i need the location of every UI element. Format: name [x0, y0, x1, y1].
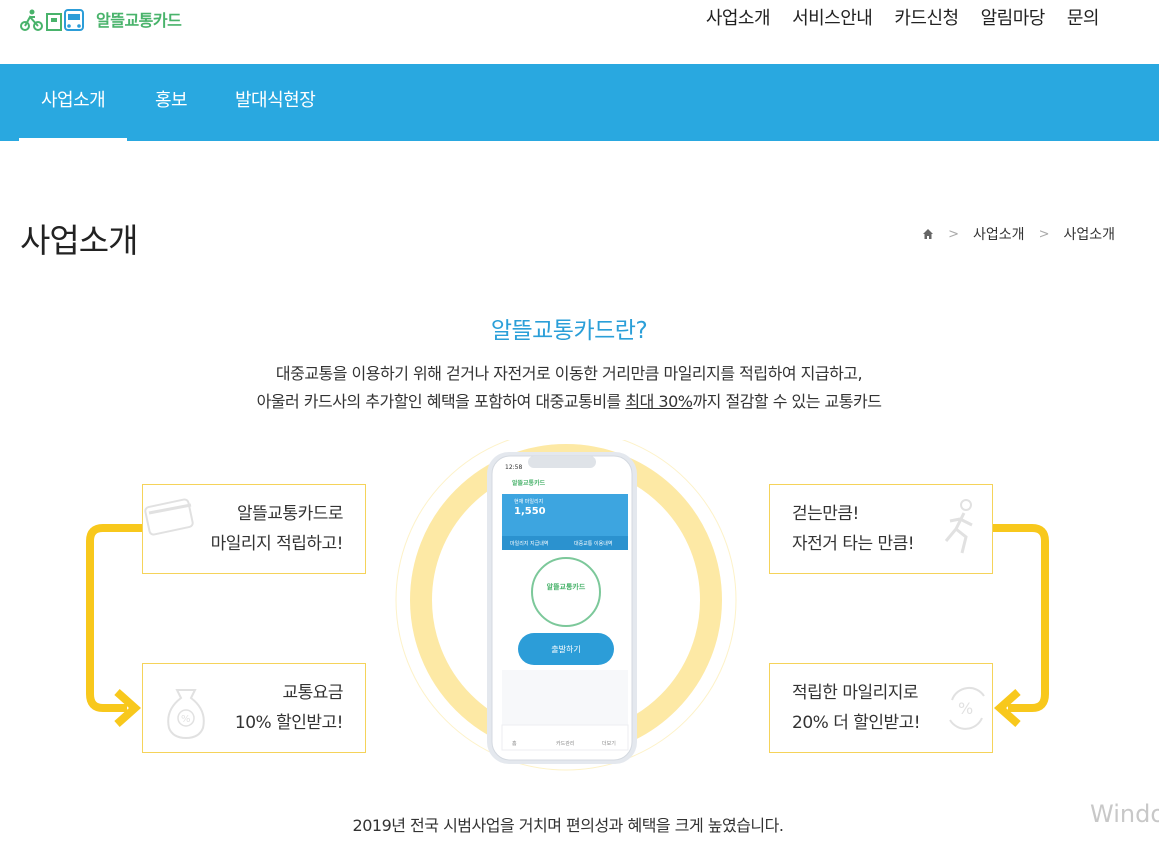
bottom-statement: 2019년 전국 시범사업을 거치며 편의성과 혜택을 크게 높였습니다. — [352, 816, 784, 835]
intro-description: 대중교통을 이용하기 위해 걷거나 자전거로 이동한 거리만큼 마일리지를 적립… — [0, 360, 1138, 416]
phone-nav-more[interactable]: 더보기 — [602, 740, 616, 747]
box-line-1: 적립한 마일리지로 — [792, 683, 919, 703]
box-line-1: 걷는만큼! — [792, 504, 859, 524]
phone-time: 12:58 — [505, 464, 523, 471]
phone-mileage-label: 현재 마일리지 — [514, 499, 544, 505]
tab-promotion[interactable]: 홍보 — [155, 64, 188, 141]
home-icon[interactable] — [922, 228, 934, 240]
box-line-2: 20% 더 할인받고! — [792, 713, 921, 733]
phone-tab-usage[interactable]: 대중교통 이용내역 — [574, 540, 612, 547]
benefit-box-fare-discount: % 교통요금 10% 할인받고! — [142, 663, 366, 753]
breadcrumb: > 사업소개 > 사업소개 — [922, 224, 1115, 244]
tab-business-intro[interactable]: 사업소개 — [18, 64, 128, 141]
phone-logo-badge: 알뜰교통카드 — [546, 583, 586, 591]
phone-app-name: 알뜰교통카드 — [512, 480, 546, 487]
os-watermark: Windo — [1090, 800, 1159, 828]
benefit-box-mileage: 알뜰교통카드로 마일리지 적립하고! — [142, 484, 366, 574]
box-line-1: 교통요금 — [282, 683, 343, 703]
intro-line-2: 아울러 카드사의 추가할인 혜택을 포함하여 대중교통비를 최대 30%까지 절… — [0, 388, 1138, 416]
right-arrow — [993, 524, 1049, 712]
global-nav: 사업소개 서비스안내 카드신청 알림마당 문의 — [706, 4, 1100, 30]
benefit-box-walk-bike: 걷는만큼! 자전거 타는 만큼! — [769, 484, 993, 574]
credit-card-icon — [144, 498, 194, 536]
gnb-item-inquiry[interactable]: 문의 — [1067, 4, 1100, 30]
svg-text:%: % — [958, 699, 973, 718]
svg-text:%: % — [181, 714, 190, 725]
intro-highlight: 최대 30% — [625, 392, 693, 411]
breadcrumb-item-current[interactable]: 사업소개 — [1063, 224, 1115, 244]
phone-mockup — [487, 452, 637, 764]
intro-line-1: 대중교통을 이용하기 위해 걷거나 자전거로 이동한 거리만큼 마일리지를 적립… — [275, 364, 863, 383]
logo-text: 알뜰교통카드 — [96, 11, 182, 30]
breadcrumb-item[interactable]: 사업소개 — [973, 224, 1025, 244]
box-line-1: 알뜰교통카드로 — [237, 504, 343, 524]
sub-nav: 사업소개 홍보 발대식현장 — [0, 64, 1159, 141]
box-line-2: 10% 할인받고! — [234, 713, 344, 733]
intro-title: 알뜰교통카드란? — [490, 318, 648, 344]
left-arrow — [86, 524, 142, 712]
intro-line-2-suffix: 까지 절감할 수 있는 교통카드 — [692, 392, 882, 411]
intro-line-2-prefix: 아울러 카드사의 추가할인 혜택을 포함하여 대중교통비를 — [256, 392, 626, 411]
box-line-2: 마일리지 적립하고! — [210, 534, 344, 554]
phone-nav-home[interactable]: 홈 — [512, 740, 517, 747]
phone-start-button[interactable]: 출발하기 — [518, 644, 614, 655]
money-bag-icon: % — [167, 689, 205, 740]
benefit-box-extra-discount: % 적립한 마일리지로 20% 더 할인받고! — [769, 663, 993, 753]
page-title: 사업소개 — [20, 221, 138, 260]
chevron-right-icon: > — [1038, 226, 1050, 242]
phone-tab-mileage[interactable]: 마일리지 지급내역 — [510, 540, 548, 547]
tab-launch-ceremony[interactable]: 발대식현장 — [235, 64, 316, 141]
chevron-right-icon: > — [948, 226, 960, 242]
gnb-item-service[interactable]: 서비스안내 — [792, 4, 873, 30]
top-header: 알뜰교통카드 사업소개 서비스안내 카드신청 알림마당 문의 — [0, 0, 1159, 64]
gnb-item-business[interactable]: 사업소개 — [706, 4, 771, 30]
phone-mileage-value: 1,550 — [514, 506, 546, 517]
discount-cycle-icon: % — [949, 686, 985, 730]
running-person-icon — [944, 499, 973, 554]
gnb-item-card-apply[interactable]: 카드신청 — [894, 4, 959, 30]
logo-icon — [20, 9, 84, 31]
logo[interactable]: 알뜰교통카드 — [18, 6, 182, 32]
gnb-item-notice[interactable]: 알림마당 — [981, 4, 1046, 30]
box-line-2: 자전거 타는 만큼! — [792, 534, 915, 554]
phone-nav-card[interactable]: 카드관리 — [556, 740, 574, 747]
